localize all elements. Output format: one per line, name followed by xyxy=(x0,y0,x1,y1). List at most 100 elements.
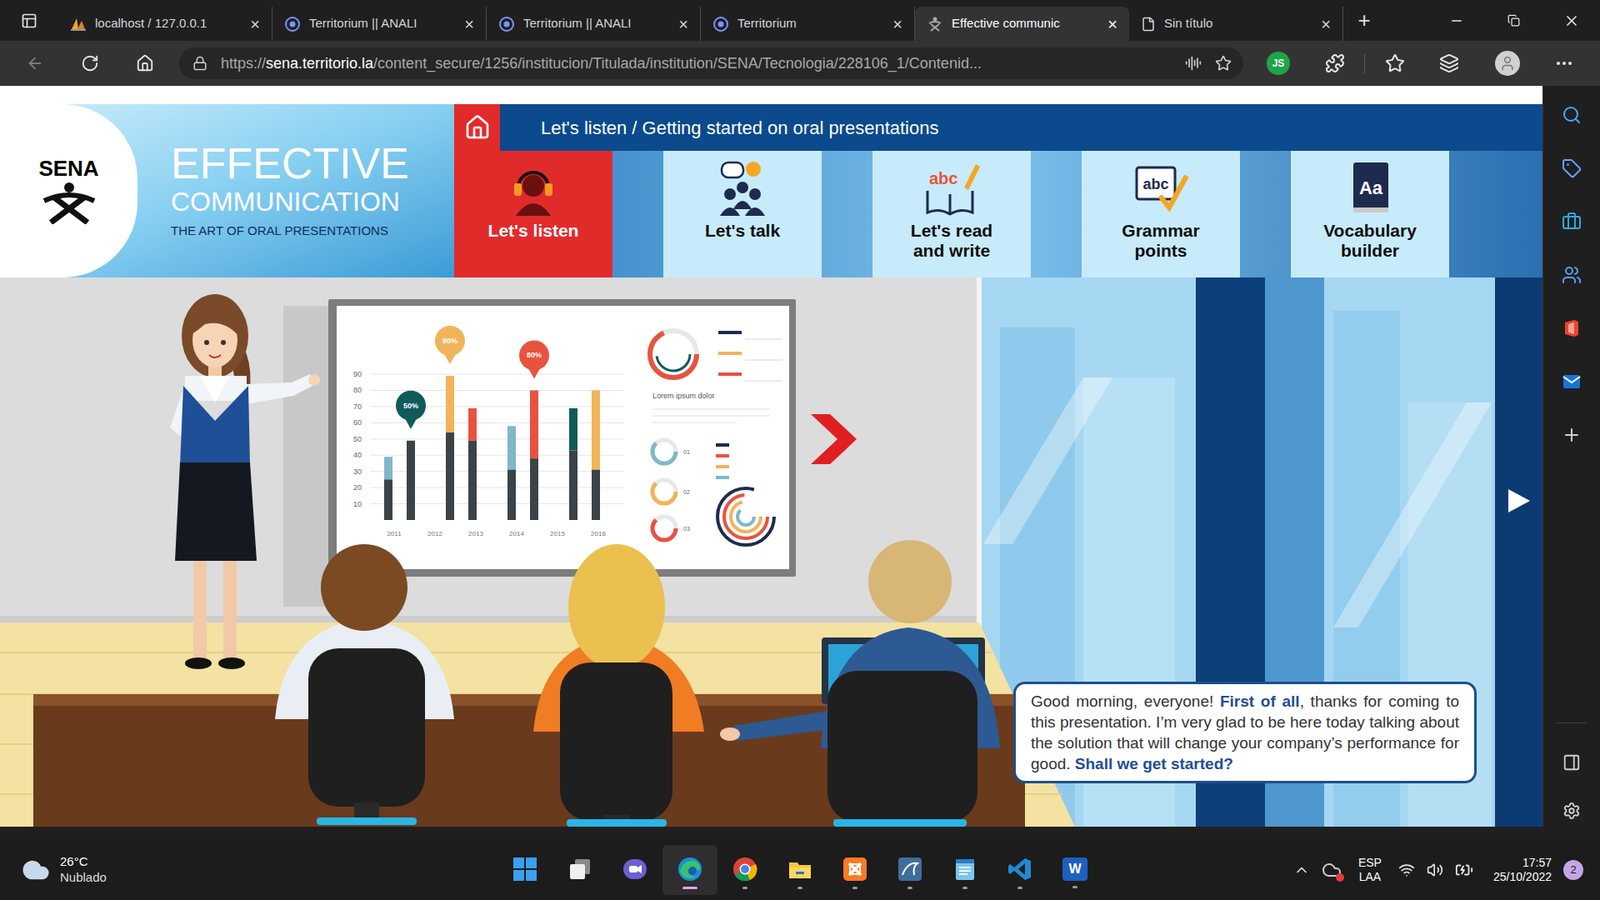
address-bar[interactable]: https://sena.territorio.la/content_secur… xyxy=(179,47,1244,80)
section-label: Let's talk xyxy=(705,220,780,241)
board-list-item: 01 xyxy=(652,440,690,464)
concentric-donut-icon xyxy=(717,488,775,545)
taskbar-app[interactable] xyxy=(607,845,663,895)
wifi-icon[interactable] xyxy=(1398,861,1415,879)
taskbar-app[interactable] xyxy=(662,845,718,895)
board-list-item: 03 xyxy=(652,516,690,540)
taskbar-apps: W xyxy=(497,845,1103,895)
close-window-button[interactable] xyxy=(1542,0,1600,41)
menu-icon[interactable] xyxy=(1554,53,1575,74)
taskbar-app[interactable] xyxy=(827,845,883,895)
url-text: https://sena.territorio.la/content_secur… xyxy=(220,52,1172,75)
taskbar-app[interactable] xyxy=(717,845,773,895)
x-axis-label: 2011 xyxy=(386,530,402,538)
favorites-icon[interactable] xyxy=(1385,53,1405,74)
taskbar-app[interactable] xyxy=(772,845,828,895)
slide-scene: 90807060504030201050%90%80%2011201220132… xyxy=(0,277,1543,827)
read-aloud-icon[interactable] xyxy=(1185,55,1202,72)
board-list-item: 02 xyxy=(652,480,690,504)
next-slide-arrow-icon[interactable] xyxy=(810,414,857,465)
browser-tab[interactable]: Territorium || ANALI× xyxy=(486,6,701,41)
add-favorite-icon[interactable] xyxy=(1215,55,1232,72)
section-tab[interactable]: abcLet's read and write xyxy=(872,150,1031,278)
input-language[interactable]: ESPLAA xyxy=(1353,855,1387,885)
tab-close-button[interactable]: × xyxy=(678,15,689,33)
error-dot-icon xyxy=(1335,873,1345,882)
sena-favicon-icon xyxy=(926,15,944,33)
section-tab[interactable]: abcGrammar points xyxy=(1081,150,1240,278)
play-icon[interactable] xyxy=(1508,489,1530,513)
new-tab-button[interactable]: + xyxy=(1343,0,1385,41)
settings-icon[interactable] xyxy=(1562,801,1581,820)
close-icon xyxy=(1563,12,1580,30)
clock[interactable]: 17:5725/10/2022 xyxy=(1485,855,1552,885)
home-button[interactable] xyxy=(454,104,500,151)
restore-icon xyxy=(1507,14,1520,27)
course-header: SENAEFFECTIVECOMMUNICATIONTHE ART OF ORA… xyxy=(0,104,1543,278)
tab-close-button[interactable]: × xyxy=(1107,15,1118,33)
lock-icon xyxy=(192,55,208,71)
battery-icon[interactable] xyxy=(1455,860,1474,880)
collections-icon[interactable] xyxy=(1439,53,1460,74)
weather-widget[interactable]: 26°CNublado xyxy=(0,854,498,886)
extensions-icon[interactable] xyxy=(1325,53,1345,74)
tab-title: Effective communic xyxy=(951,14,1100,34)
tab-close-button[interactable]: × xyxy=(464,15,475,33)
back-button[interactable] xyxy=(16,45,54,82)
svg-text:02: 02 xyxy=(683,489,690,495)
tab-actions-button[interactable] xyxy=(0,0,59,41)
xampp-icon xyxy=(842,856,868,882)
profile-avatar[interactable] xyxy=(1495,50,1520,76)
section-tab[interactable]: AaVocabulary builder xyxy=(1290,150,1450,278)
office-icon[interactable] xyxy=(1561,318,1582,339)
tab-close-button[interactable]: × xyxy=(892,15,903,33)
tab-close-button[interactable]: × xyxy=(250,15,260,33)
taskbar-app[interactable] xyxy=(552,845,608,895)
refresh-button[interactable] xyxy=(71,45,109,82)
minimize-button[interactable] xyxy=(1427,0,1485,41)
taskbar-app[interactable] xyxy=(497,845,553,895)
taskbar-app[interactable]: W xyxy=(1047,845,1103,895)
browser-tab[interactable]: localhost / 127.0.0.1× xyxy=(58,6,273,41)
tab-actions-icon xyxy=(20,12,38,30)
y-tick-label: 60 xyxy=(353,418,362,427)
home-button[interactable] xyxy=(126,45,164,82)
breadcrumb-bar: Let's listen / Getting started on oral p… xyxy=(500,104,1543,151)
section-label: Vocabulary builder xyxy=(1318,220,1423,261)
speech-bubble: Good morning, everyone! First of all, th… xyxy=(1013,681,1477,784)
hide-sidebar-icon[interactable] xyxy=(1562,753,1581,772)
taskbar-app[interactable] xyxy=(937,845,993,895)
add-icon[interactable] xyxy=(1561,425,1582,445)
browser-tab[interactable]: Territorium× xyxy=(700,6,915,41)
chart-bar xyxy=(468,408,477,520)
taskbar-app[interactable] xyxy=(992,845,1048,895)
refresh-icon xyxy=(80,54,100,73)
taskbar-app[interactable] xyxy=(882,845,938,895)
grammar-check-icon: abc xyxy=(1131,159,1190,218)
browser-tab[interactable]: Territorium || ANALI× xyxy=(272,6,487,41)
section-tab[interactable]: Let's listen xyxy=(454,150,613,278)
svg-text:50%: 50% xyxy=(403,401,419,410)
shopping-tag-icon[interactable] xyxy=(1561,158,1582,179)
tab-close-button[interactable]: × xyxy=(1320,15,1331,33)
section-tab[interactable]: Let's talk xyxy=(663,150,822,278)
extension-badge[interactable]: JS xyxy=(1266,51,1290,75)
svg-text:abc: abc xyxy=(929,169,958,188)
browser-tab[interactable]: Sin título× xyxy=(1129,6,1344,41)
search-icon[interactable] xyxy=(1561,105,1582,125)
audience-member xyxy=(275,544,455,825)
volume-icon[interactable] xyxy=(1426,861,1444,879)
svg-text:90%: 90% xyxy=(442,336,458,345)
tools-briefcase-icon[interactable] xyxy=(1561,211,1582,232)
course-title-second-line: COMMUNICATION xyxy=(170,185,410,219)
outlook-icon[interactable] xyxy=(1561,371,1582,392)
chart-pin: 80% xyxy=(519,340,550,379)
board-heading: Lorem ipsum dolor xyxy=(652,391,715,400)
games-people-icon[interactable] xyxy=(1561,265,1582,285)
territorium-favicon-icon xyxy=(284,15,301,33)
show-hidden-icons-icon[interactable] xyxy=(1293,861,1310,879)
restore-button[interactable] xyxy=(1485,0,1543,41)
notification-badge[interactable]: 2 xyxy=(1563,860,1584,880)
y-tick-label: 80 xyxy=(353,385,362,395)
browser-tab[interactable]: Effective communic × xyxy=(915,6,1130,41)
